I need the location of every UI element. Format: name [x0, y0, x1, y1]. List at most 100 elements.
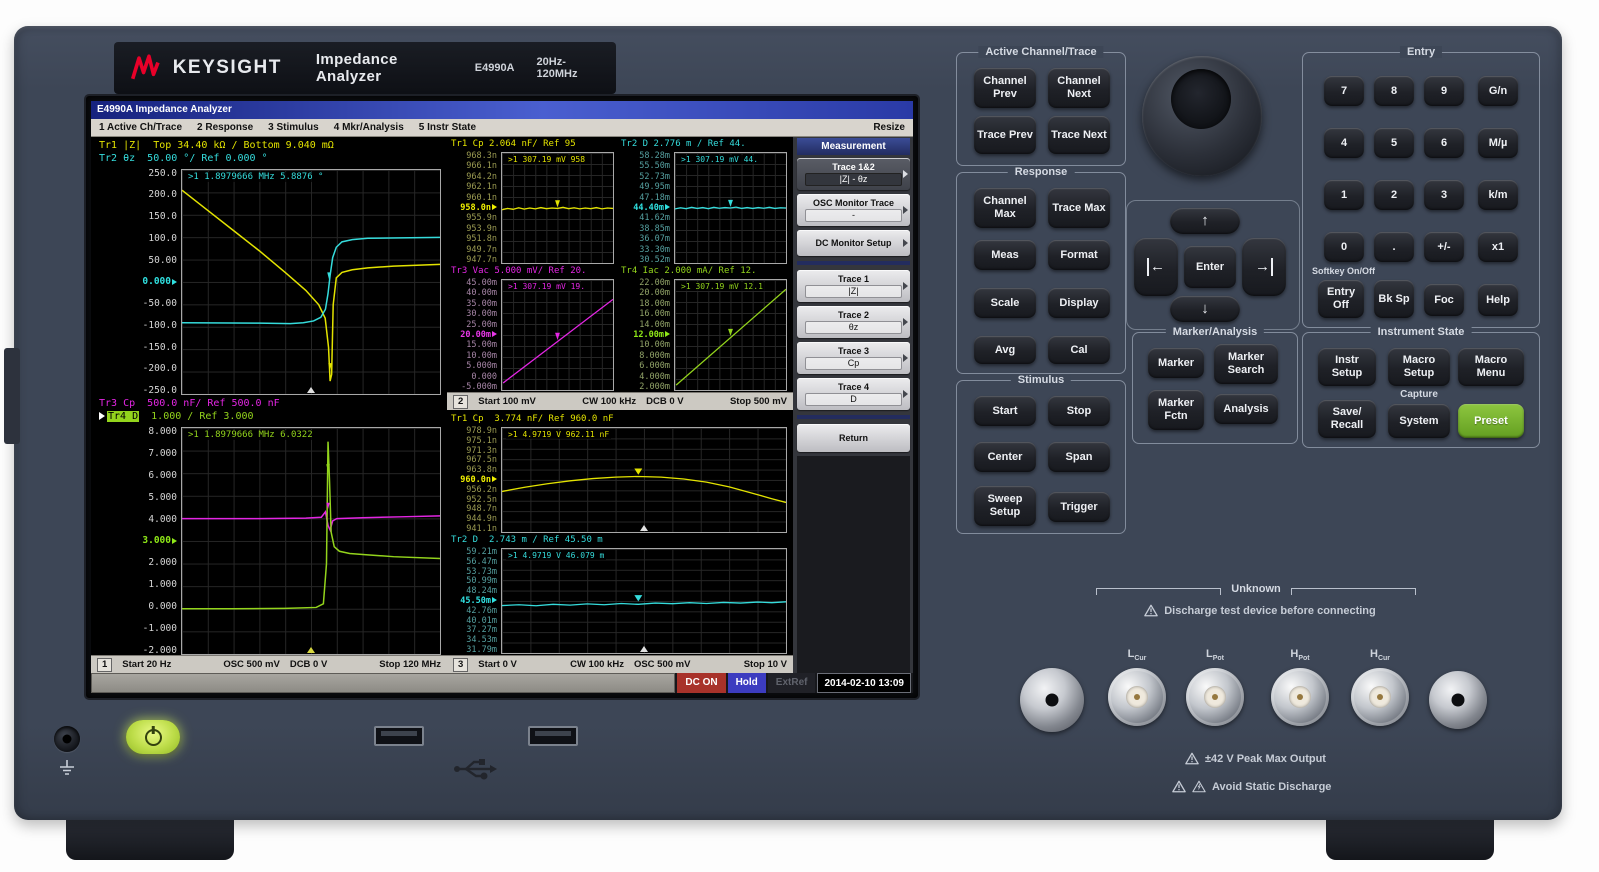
- ch2-iac-trace: [675, 280, 786, 390]
- axis-tick: 967.5n: [466, 455, 497, 466]
- display-button[interactable]: Display: [1048, 288, 1110, 318]
- macro-menu-button[interactable]: Macro Menu: [1458, 348, 1524, 386]
- channel-max-button[interactable]: Channel Max: [974, 188, 1036, 228]
- trace-prev-button[interactable]: Trace Prev: [974, 116, 1036, 154]
- menu-instr-state[interactable]: 5 Instr State: [419, 122, 476, 133]
- key-5[interactable]: 5: [1374, 128, 1414, 158]
- trigger-button[interactable]: Trigger: [1048, 492, 1110, 522]
- arrow-down-button[interactable]: ↓: [1170, 296, 1240, 322]
- round-connector-left: [1020, 668, 1084, 732]
- bk-sp-button[interactable]: Bk Sp: [1374, 280, 1414, 318]
- instr-setup-button[interactable]: Instr Setup: [1318, 348, 1376, 386]
- axis-tick: 250.0: [148, 167, 177, 179]
- enter-button[interactable]: Enter: [1184, 246, 1236, 288]
- avg-button[interactable]: Avg: [974, 336, 1036, 364]
- channel-prev-button[interactable]: Channel Prev: [974, 68, 1036, 108]
- axis-tick: 949.7n: [466, 244, 497, 255]
- menu-response[interactable]: 2 Response: [197, 122, 253, 133]
- key-6[interactable]: 6: [1424, 128, 1464, 158]
- format-button[interactable]: Format: [1048, 240, 1110, 270]
- key-0[interactable]: 0: [1324, 232, 1364, 262]
- stop-button[interactable]: Stop: [1048, 396, 1110, 426]
- menu-mkr-analysis[interactable]: 4 Mkr/Analysis: [334, 122, 404, 133]
- ch2-cp-y-axis: 968.3n 966.1n 964.2n 962.1n 960.1n 958.0n 955.…: [447, 152, 501, 264]
- key-9[interactable]: 9: [1424, 76, 1464, 106]
- analysis-button[interactable]: Analysis: [1214, 394, 1278, 424]
- key-3[interactable]: 3: [1424, 180, 1464, 210]
- key-m-u[interactable]: M/µ: [1478, 128, 1518, 158]
- softkey-osc-monitor-trace[interactable]: OSC Monitor Trace -: [797, 194, 910, 226]
- marker-fctn-button[interactable]: Marker Fctn: [1148, 390, 1204, 430]
- brand-plate: KEYSIGHT Impedance Analyzer E4990A 20Hz-…: [114, 42, 616, 94]
- softkey-trace-3[interactable]: Trace 3 Cp: [797, 342, 910, 374]
- axis-tick: -2.000: [142, 645, 177, 657]
- key-2[interactable]: 2: [1374, 180, 1414, 210]
- arrow-left-button[interactable]: ←: [1134, 238, 1178, 296]
- foc-button[interactable]: Foc: [1424, 284, 1464, 316]
- axis-tick: -150.0: [142, 341, 177, 353]
- arrow-up-button[interactable]: ↑: [1170, 208, 1240, 234]
- lpot-label: LPot: [1205, 648, 1224, 663]
- span-button[interactable]: Span: [1048, 442, 1110, 472]
- ch2-iac-plot: >1 307.19 mV 12.1: [674, 279, 787, 391]
- menu-stimulus[interactable]: 3 Stimulus: [268, 122, 319, 133]
- axis-tick: 16.00m: [639, 309, 670, 320]
- system-button[interactable]: System: [1388, 404, 1450, 438]
- trace-next-button[interactable]: Trace Next: [1048, 116, 1110, 154]
- marker-button[interactable]: Marker: [1148, 348, 1204, 378]
- axis-tick: 6.000: [148, 469, 177, 481]
- cal-button[interactable]: Cal: [1048, 336, 1110, 364]
- entry-off-button[interactable]: Entry Off: [1318, 280, 1364, 318]
- axis-tick: 8.000m: [639, 350, 670, 361]
- arrow-right-button[interactable]: →: [1242, 238, 1286, 296]
- key-g-n[interactable]: G/n: [1478, 76, 1518, 106]
- axis-tick: 0.000: [471, 371, 497, 382]
- channel-next-button[interactable]: Channel Next: [1048, 68, 1110, 108]
- start-button[interactable]: Start: [974, 396, 1036, 426]
- usb-symbol-icon: [454, 759, 497, 780]
- group-label: Entry: [1399, 46, 1443, 58]
- window-titlebar: E4990A Impedance Analyzer: [91, 101, 913, 119]
- save-recall-button[interactable]: Save/ Recall: [1318, 400, 1376, 438]
- key-1[interactable]: 1: [1324, 180, 1364, 210]
- rotary-knob[interactable]: [1142, 56, 1262, 176]
- softkey-trace-1and2[interactable]: Trace 1&2 |Z| - θz: [797, 158, 910, 190]
- marker-search-button[interactable]: Marker Search: [1214, 344, 1278, 384]
- softkey-trace-1[interactable]: Trace 1 |Z|: [797, 270, 910, 302]
- macro-setup-button[interactable]: Macro Setup: [1388, 348, 1450, 386]
- key-k-m[interactable]: k/m: [1478, 180, 1518, 210]
- meas-button[interactable]: Meas: [974, 240, 1036, 270]
- axis-tick: -1.000: [142, 623, 177, 635]
- key-x1[interactable]: x1: [1478, 232, 1518, 262]
- menu-resize[interactable]: Resize: [873, 122, 905, 133]
- softkey-trace-4[interactable]: Trace 4 D: [797, 378, 910, 410]
- softkey-trace-2[interactable]: Trace 2 θz: [797, 306, 910, 338]
- menu-active-ch-trace[interactable]: 1 Active Ch/Trace: [99, 122, 182, 133]
- stimulus-marker-icon: [640, 646, 648, 652]
- up-arrow-icon: ↑: [1201, 212, 1209, 230]
- key-4[interactable]: 4: [1324, 128, 1364, 158]
- softkey-arrow-icon: [903, 318, 908, 326]
- marker-readout: >1 1.8979666 MHz 5.8876 °: [186, 171, 326, 182]
- center-button[interactable]: Center: [974, 442, 1036, 472]
- axis-tick: 150.0: [148, 211, 177, 223]
- sweep-setup-button[interactable]: Sweep Setup: [974, 486, 1036, 526]
- stimulus-marker-icon: [307, 387, 315, 394]
- scale-button[interactable]: Scale: [974, 288, 1036, 318]
- group-label: Stimulus: [1010, 374, 1072, 386]
- key-decimal[interactable]: .: [1374, 232, 1414, 262]
- softkey-arrow-icon: [903, 390, 908, 398]
- key-7[interactable]: 7: [1324, 76, 1364, 106]
- axis-tick: 0.000: [142, 277, 177, 287]
- key-plus-minus[interactable]: +/-: [1424, 232, 1464, 262]
- preset-button[interactable]: Preset: [1458, 404, 1524, 438]
- help-button[interactable]: Help: [1478, 284, 1518, 316]
- axis-tick: 7.000: [148, 447, 177, 459]
- axis-tick: 45.00m: [466, 278, 497, 288]
- softkey-dc-monitor-setup[interactable]: DC Monitor Setup: [797, 230, 910, 256]
- softkey-filler: [797, 456, 910, 673]
- softkey-return[interactable]: Return: [797, 424, 910, 452]
- trace-max-button[interactable]: Trace Max: [1048, 188, 1110, 228]
- power-button[interactable]: [126, 720, 180, 754]
- key-8[interactable]: 8: [1374, 76, 1414, 106]
